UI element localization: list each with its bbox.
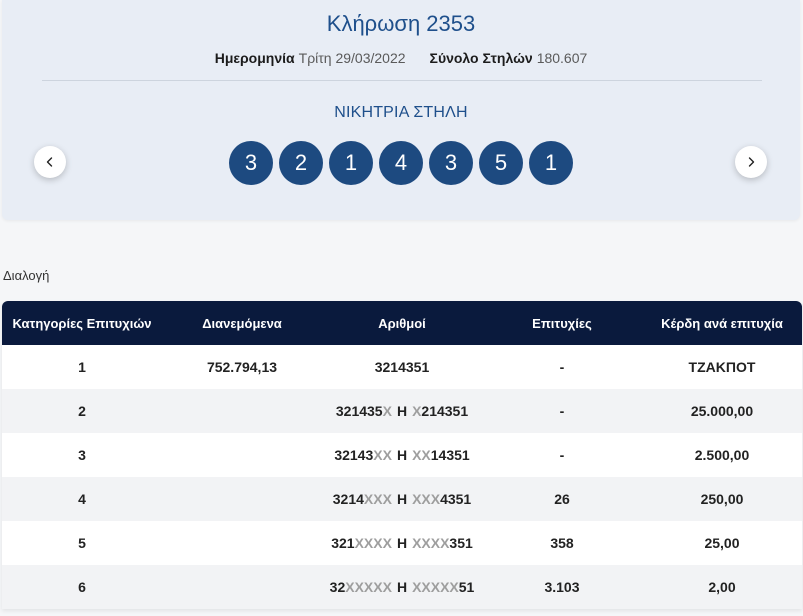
numbers-separator: Η bbox=[396, 535, 408, 551]
cell-prize: 2,00 bbox=[708, 579, 736, 595]
cell-numbers: 321XXXX Η XXXX351 bbox=[322, 535, 482, 551]
cell-numbers: 32143XX Η XX14351 bbox=[322, 447, 482, 463]
results-table: Κατηγορίες Επιτυχιών Διανεμόμενα Αριθμοί… bbox=[2, 301, 802, 609]
numbers-digits: 321 bbox=[331, 535, 355, 551]
cell-prize: ΤΖΑΚΠΟΤ bbox=[688, 359, 756, 375]
cell-successes: - bbox=[559, 359, 565, 375]
table-row: 5 321XXXX Η XXXX351 358 25,00 bbox=[2, 521, 802, 565]
chevron-right-icon bbox=[748, 157, 755, 167]
columns-value: 180.607 bbox=[536, 50, 588, 66]
number-ball: 4 bbox=[379, 141, 423, 185]
cell-category: 4 bbox=[78, 491, 86, 507]
header-prize: Κέρδη ανά επιτυχία bbox=[661, 315, 783, 331]
cell-successes: 358 bbox=[550, 535, 574, 551]
winning-label: ΝΙΚΗΤΡΙΑ ΣΤΗΛΗ bbox=[334, 104, 468, 121]
numbers-separator: Η bbox=[396, 491, 408, 507]
numbers-mask: XXXXX bbox=[345, 579, 392, 595]
table-row: 1 752.794,13 3214351 - ΤΖΑΚΠΟΤ bbox=[2, 345, 802, 389]
cell-prize: 250,00 bbox=[700, 491, 744, 507]
table-row: 2 321435X Η X214351 - 25.000,00 bbox=[2, 389, 802, 433]
cell-category: 1 bbox=[78, 359, 86, 375]
numbers-digits: 32143 bbox=[334, 447, 374, 463]
cell-numbers: 3214351 bbox=[322, 359, 482, 375]
numbers-digits: 3214 bbox=[332, 491, 364, 507]
previous-draw-button[interactable] bbox=[34, 146, 66, 178]
numbers-separator: Η bbox=[396, 447, 408, 463]
number-ball: 2 bbox=[279, 141, 323, 185]
cell-prize: 25.000,00 bbox=[690, 403, 754, 419]
divider bbox=[42, 80, 762, 81]
number-ball: 5 bbox=[479, 141, 523, 185]
header-distributed: Διανεμόμενα bbox=[202, 315, 282, 331]
next-draw-button[interactable] bbox=[735, 146, 767, 178]
numbers-mask: XXX bbox=[412, 491, 441, 507]
section-title: Διαλογή bbox=[3, 268, 50, 283]
date-label: Ημερομηνία bbox=[214, 50, 295, 66]
numbers-digits: 321435 bbox=[335, 403, 383, 419]
draw-title: Κλήρωση 2353 bbox=[326, 11, 476, 36]
numbers-digits: 214351 bbox=[421, 403, 469, 419]
table-row: 4 3214XXX Η XXX4351 26 250,00 bbox=[2, 477, 802, 521]
cell-successes: - bbox=[559, 403, 565, 419]
cell-category: 6 bbox=[78, 579, 86, 595]
columns-label: Σύνολο Στηλών bbox=[429, 50, 533, 66]
number-ball: 1 bbox=[329, 141, 373, 185]
numbers-mask: XX bbox=[412, 447, 431, 463]
numbers-mask: XXX bbox=[363, 491, 392, 507]
numbers-mask: XXXX bbox=[354, 535, 392, 551]
numbers-mask: X bbox=[382, 403, 392, 419]
header-category: Κατηγορίες Επιτυχιών bbox=[12, 315, 152, 331]
numbers-digits: 14351 bbox=[430, 447, 470, 463]
cell-prize: 25,00 bbox=[704, 535, 740, 551]
header-successes: Επιτυχίες bbox=[532, 315, 592, 331]
chevron-left-icon bbox=[46, 157, 53, 167]
winning-numbers: 3 2 1 4 3 5 1 bbox=[229, 141, 573, 185]
number-ball: 3 bbox=[429, 141, 473, 185]
cell-successes: 3.103 bbox=[544, 579, 580, 595]
numbers-digits: 3214351 bbox=[374, 359, 430, 375]
number-ball: 1 bbox=[529, 141, 573, 185]
numbers-digits: 351 bbox=[449, 535, 473, 551]
numbers-separator: Η bbox=[396, 403, 408, 419]
numbers-mask: X bbox=[412, 403, 422, 419]
cell-category: 3 bbox=[78, 447, 86, 463]
header-numbers: Αριθμοί bbox=[378, 315, 426, 331]
numbers-mask: XXXXX bbox=[412, 579, 459, 595]
cell-distributed: 752.794,13 bbox=[206, 359, 278, 375]
number-ball: 3 bbox=[229, 141, 273, 185]
table-row: 3 32143XX Η XX14351 - 2.500,00 bbox=[2, 433, 802, 477]
draw-meta: Ημερομηνία Τρίτη 29/03/2022 Σύνολο Στηλώ… bbox=[2, 49, 800, 67]
table-header: Κατηγορίες Επιτυχιών Διανεμόμενα Αριθμοί… bbox=[2, 301, 802, 345]
cell-category: 2 bbox=[78, 403, 86, 419]
cell-numbers: 32XXXXX Η XXXXX51 bbox=[322, 579, 482, 595]
numbers-separator: Η bbox=[396, 579, 408, 595]
numbers-digits: 32 bbox=[329, 579, 346, 595]
cell-prize: 2.500,00 bbox=[694, 447, 750, 463]
cell-category: 5 bbox=[78, 535, 86, 551]
draw-panel: Κλήρωση 2353 Ημερομηνία Τρίτη 29/03/2022… bbox=[2, 0, 800, 220]
date-value: Τρίτη 29/03/2022 bbox=[298, 50, 406, 66]
numbers-mask: XXXX bbox=[412, 535, 450, 551]
table-row: 6 32XXXXX Η XXXXX51 3.103 2,00 bbox=[2, 565, 802, 609]
numbers-digits: 51 bbox=[458, 579, 475, 595]
cell-successes: - bbox=[559, 447, 565, 463]
numbers-digits: 4351 bbox=[440, 491, 472, 507]
cell-numbers: 321435X Η X214351 bbox=[322, 403, 482, 419]
cell-numbers: 3214XXX Η XXX4351 bbox=[322, 491, 482, 507]
numbers-mask: XX bbox=[373, 447, 392, 463]
cell-successes: 26 bbox=[554, 491, 570, 507]
